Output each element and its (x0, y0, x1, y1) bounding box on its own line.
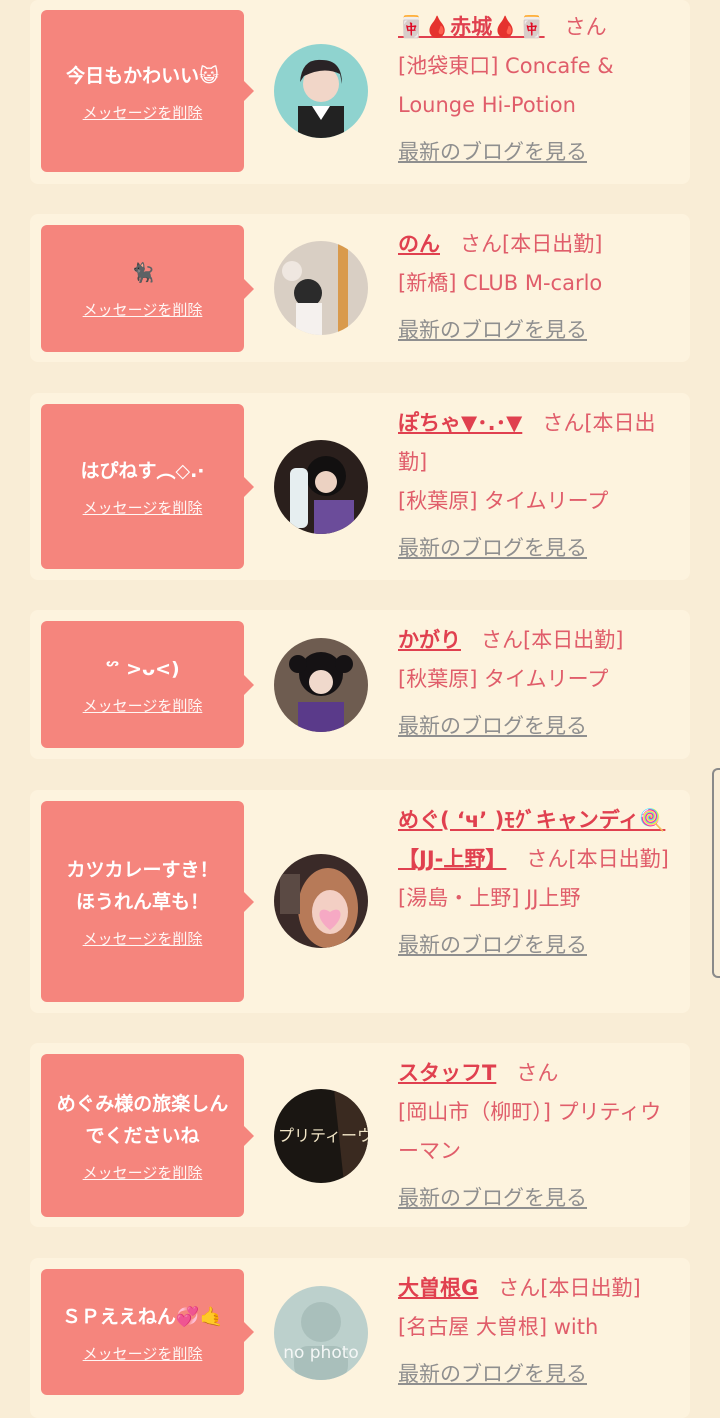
no-photo-label: no photo (283, 1343, 359, 1363)
message-bubble: めぐみ様の旅楽しんでくださいね メッセージを削除 (41, 1054, 254, 1217)
shop-name: [名古屋 大曽根] with (398, 1315, 599, 1339)
shop-name: [秋葉原] タイムリープ (398, 667, 609, 691)
latest-blog-link[interactable]: 最新のブログを見る (398, 529, 678, 568)
message-card: ＳＰええねん💞🤙 メッセージを削除 no photo 大曽根G さん[本日出勤]… (30, 1258, 690, 1418)
latest-blog-link[interactable]: 最新のブログを見る (398, 1179, 678, 1218)
message-text: ＳＰええねん💞🤙 (61, 1305, 224, 1328)
message-card: カツカレーすき！ほうれん草も！ メッセージを削除 めぐ( ‘ч’ )ﾓｸﾞキャン… (30, 790, 690, 1013)
message-card: めぐみ様の旅楽しんでくださいね メッセージを削除 プリティーウーマ スタッフT … (30, 1043, 690, 1227)
delete-message-link[interactable]: メッセージを削除 (83, 102, 203, 123)
avatar[interactable]: プリティーウーマ (274, 1089, 368, 1183)
cast-info: かがり さん[本日出勤] [秋葉原] タイムリープ 最新のブログを見る (398, 621, 678, 746)
message-text: カツカレーすき！ほうれん草も！ (66, 859, 219, 913)
latest-blog-link[interactable]: 最新のブログを見る (398, 1355, 678, 1394)
avatar-shop-logo: プリティーウーマ (278, 1126, 368, 1145)
message-bubble: カツカレーすき！ほうれん草も！ メッセージを削除 (41, 801, 254, 1002)
san-suffix: さん[本日出勤] (526, 847, 669, 871)
avatar[interactable] (274, 440, 368, 534)
delete-message-link[interactable]: メッセージを削除 (83, 299, 203, 320)
shop-name: [秋葉原] タイムリープ (398, 489, 609, 513)
message-text: はぴねす︵◇.· (80, 460, 205, 482)
cast-info: のん さん[本日出勤] [新橋] CLUB M-carlo 最新のブログを見る (398, 225, 678, 350)
delete-message-link[interactable]: メッセージを削除 (83, 1343, 203, 1364)
avatar[interactable] (274, 241, 368, 335)
latest-blog-link[interactable]: 最新のブログを見る (398, 311, 678, 350)
message-text: 🐈‍⬛ (130, 262, 155, 284)
san-suffix: さん[本日出勤] (498, 1276, 641, 1300)
cast-name-link[interactable]: 🀄🩸赤城🩸🀄 (398, 15, 545, 39)
delete-message-link[interactable]: メッセージを削除 (83, 928, 203, 949)
message-card: 今日もかわいい😺 メッセージを削除 🀄🩸赤城🩸🀄 さん [池袋東口] Conca… (30, 0, 690, 184)
scrollbar[interactable] (712, 768, 720, 978)
avatar[interactable]: no photo (274, 1286, 368, 1380)
san-suffix: さん[本日出勤] (460, 232, 603, 256)
cast-info: スタッフT さん [岡山市（柳町）] プリティウーマン 最新のブログを見る (398, 1054, 678, 1218)
message-text: めぐみ様の旅楽しんでくださいね (56, 1093, 229, 1147)
message-bubble: ＳＰええねん💞🤙 メッセージを削除 (41, 1269, 254, 1395)
delete-message-link[interactable]: メッセージを削除 (83, 695, 203, 716)
avatar[interactable] (274, 638, 368, 732)
cast-name-link[interactable]: スタッフT (398, 1061, 496, 1085)
delete-message-link[interactable]: メッセージを削除 (83, 497, 203, 518)
latest-blog-link[interactable]: 最新のブログを見る (398, 707, 678, 746)
cast-info: めぐ( ‘ч’ )ﾓｸﾞキャンディ🍭【JJ-上野】 さん[本日出勤] [湯島・上… (398, 801, 688, 965)
avatar[interactable] (274, 854, 368, 948)
shop-name: [岡山市（柳町）] プリティウーマン (398, 1100, 662, 1163)
cast-name-link[interactable]: かがり (398, 628, 461, 652)
cast-info: 🀄🩸赤城🩸🀄 さん [池袋東口] Concafe & Lounge Hi-Pot… (398, 8, 678, 172)
message-bubble: 🐈‍⬛ メッセージを削除 (41, 225, 254, 352)
delete-message-link[interactable]: メッセージを削除 (83, 1162, 203, 1183)
shop-name: [新橋] CLUB M-carlo (398, 271, 603, 295)
message-text: 今日もかわいい😺 (66, 64, 219, 87)
message-bubble: ᔥ >ᴗ<) メッセージを削除 (41, 621, 254, 748)
cast-name-link[interactable]: のん (398, 232, 440, 256)
san-suffix: さん (564, 15, 607, 39)
cast-name-link[interactable]: 大曽根G (398, 1276, 478, 1300)
cast-name-link[interactable]: ぽちゃ▼･.･▼ (398, 411, 522, 435)
message-text: ᔥ >ᴗ<) (105, 658, 180, 680)
san-suffix: さん[本日出勤] (481, 628, 624, 652)
message-card: 🐈‍⬛ メッセージを削除 のん さん[本日出勤] [新橋] CLUB M-car… (30, 214, 690, 362)
avatar[interactable] (274, 44, 368, 138)
latest-blog-link[interactable]: 最新のブログを見る (398, 133, 678, 172)
cast-info: ぽちゃ▼･.･▼ さん[本日出勤] [秋葉原] タイムリープ 最新のブログを見る (398, 404, 678, 568)
latest-blog-link[interactable]: 最新のブログを見る (398, 926, 688, 965)
message-card: はぴねす︵◇.· メッセージを削除 ぽちゃ▼･.･▼ さん[本日出勤] [秋葉原… (30, 393, 690, 580)
message-bubble: 今日もかわいい😺 メッセージを削除 (41, 10, 254, 172)
san-suffix: さん (516, 1061, 559, 1085)
cast-info: 大曽根G さん[本日出勤] [名古屋 大曽根] with 最新のブログを見る (398, 1269, 678, 1394)
shop-name: [湯島・上野] JJ上野 (398, 886, 581, 910)
shop-name: [池袋東口] Concafe & Lounge Hi-Potion (398, 54, 614, 117)
message-card: ᔥ >ᴗ<) メッセージを削除 かがり さん[本日出勤] [秋葉原] タイムリー… (30, 610, 690, 759)
message-bubble: はぴねす︵◇.· メッセージを削除 (41, 404, 254, 569)
